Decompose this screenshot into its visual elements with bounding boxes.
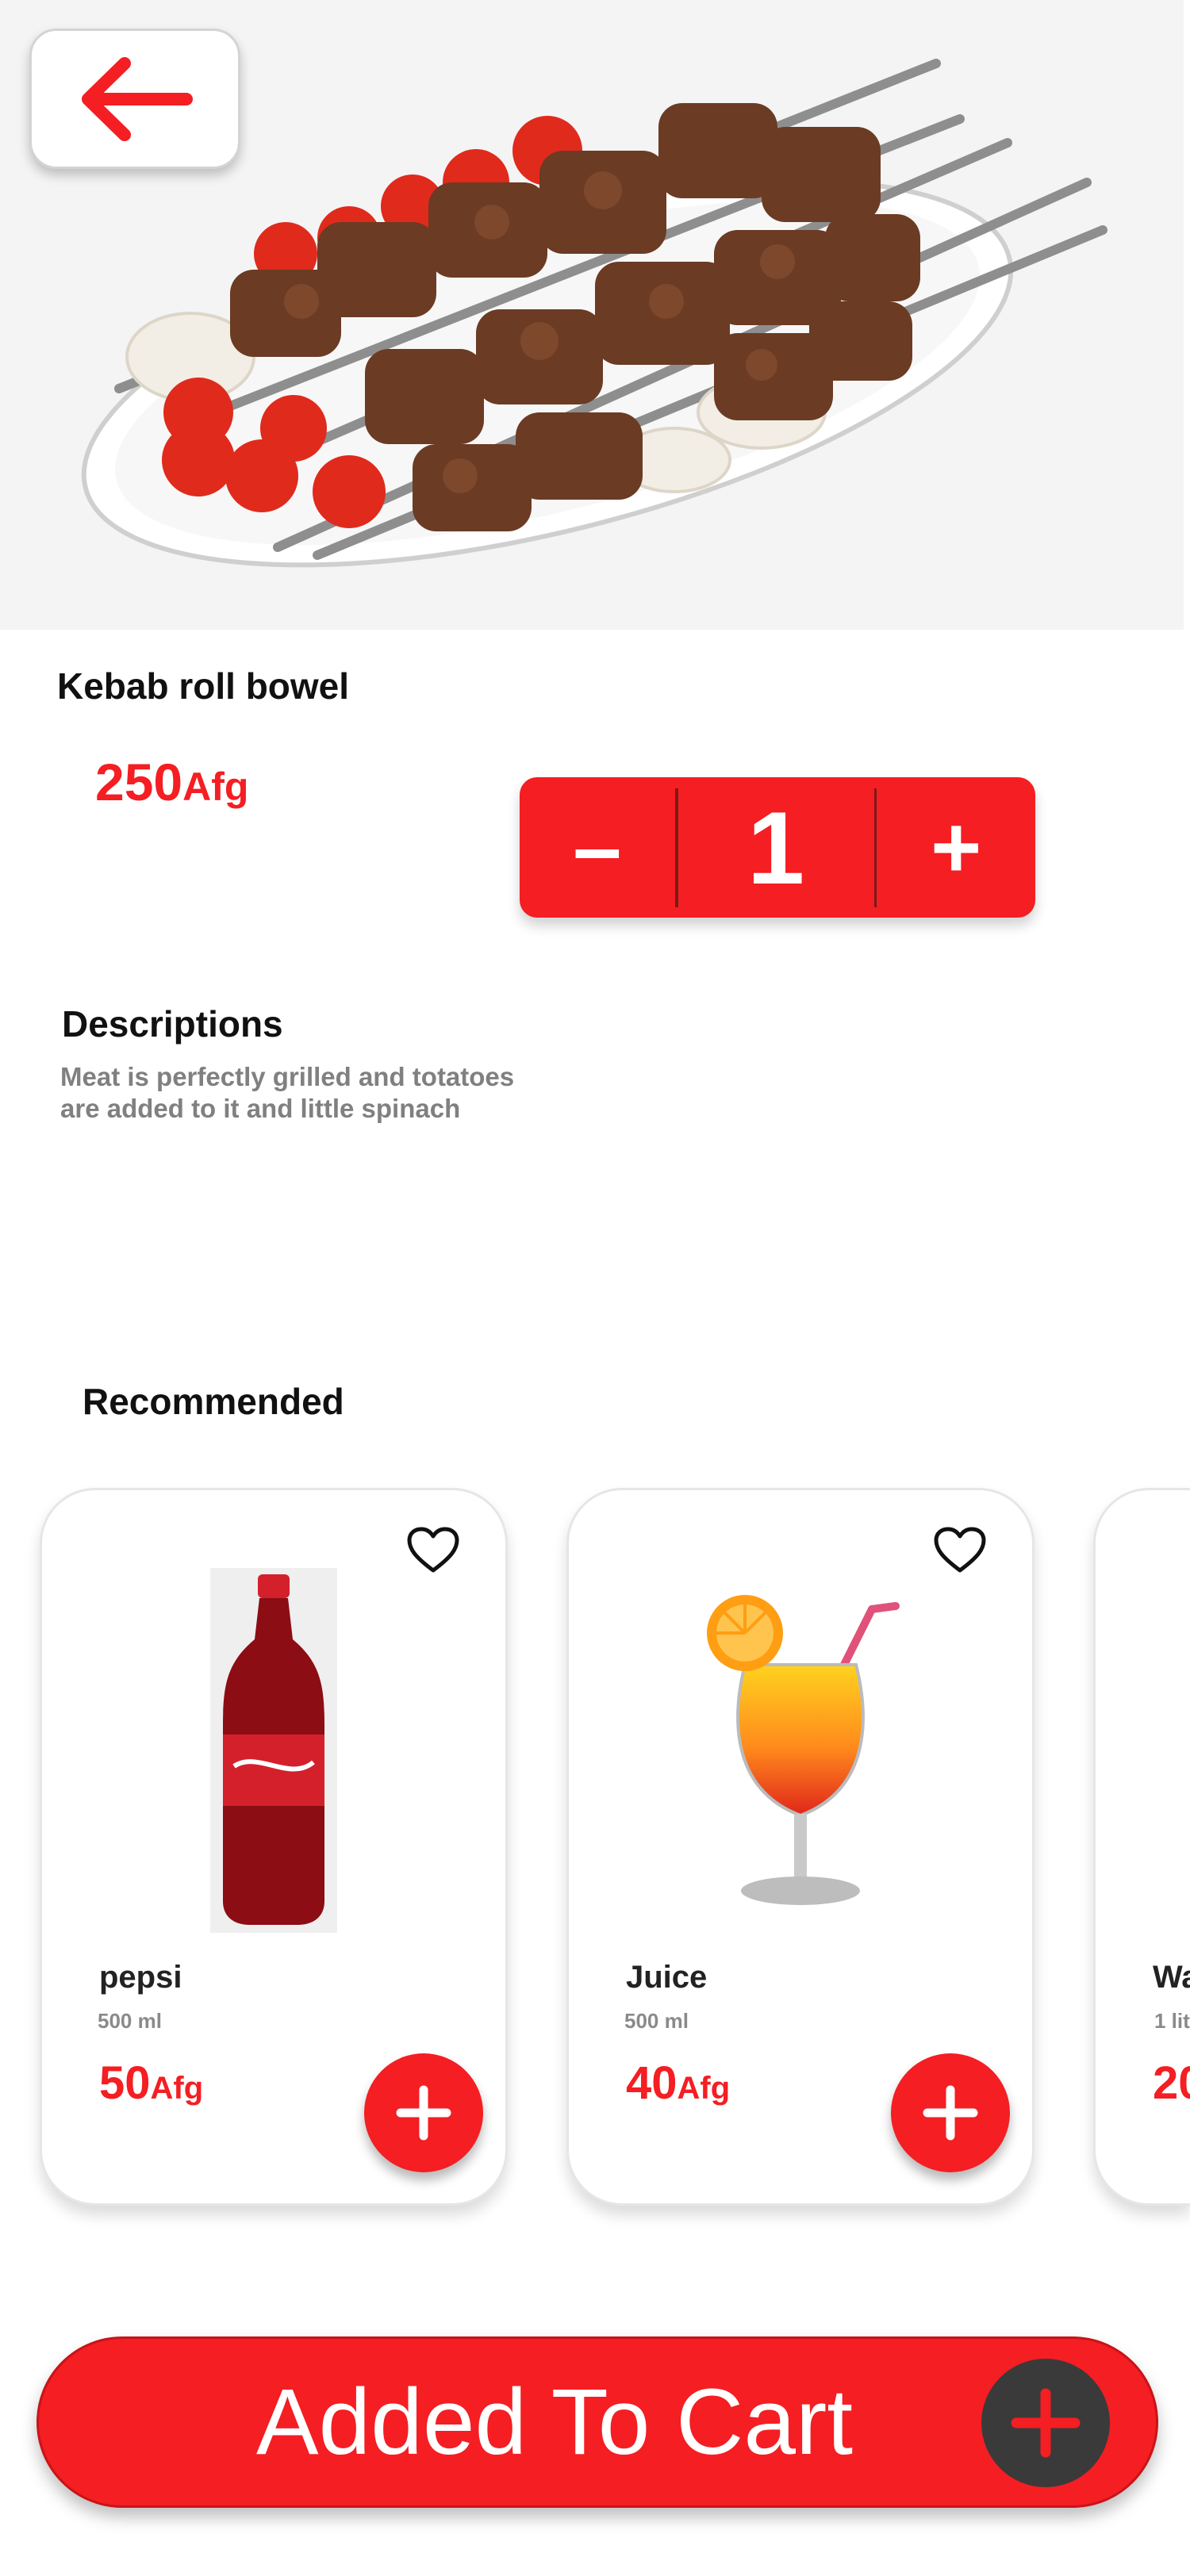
decrease-quantity-button[interactable]: – [520, 777, 675, 918]
product-price: 250Afg [95, 752, 248, 812]
recommended-item-price-amount: 40 [626, 2057, 678, 2109]
recommended-item-name: Juice [626, 1960, 708, 1995]
recommended-item-price-currency: Afg [677, 2071, 731, 2106]
recommended-card[interactable]: Wa 1 lit 20 [1093, 1488, 1190, 2206]
recommended-item-volume: 1 lit [1154, 2009, 1190, 2033]
recommended-item-price: 40Afg [626, 2057, 730, 2110]
description-heading: Descriptions [62, 1003, 283, 1045]
recommended-item-price-currency: Afg [150, 2071, 204, 2106]
quantity-stepper: – 1 + [520, 777, 1035, 918]
cola-bottle-image [42, 1568, 505, 1933]
arrow-left-icon [82, 56, 193, 141]
juice-glass-image [569, 1570, 1032, 1905]
recommended-item-price-amount: 50 [99, 2057, 151, 2109]
quantity-value: 1 [747, 789, 805, 906]
product-title: Kebab roll bowel [57, 665, 350, 707]
recommended-card[interactable]: pepsi 500 ml 50Afg [40, 1488, 508, 2206]
recommended-item-price: 50Afg [99, 2057, 203, 2110]
description-text: Meat is perfectly grilled and totatoes a… [60, 1062, 515, 1123]
recommended-item-price-amount: 20 [1153, 2057, 1190, 2109]
product-price-currency: Afg [182, 765, 249, 809]
recommended-item-volume: 500 ml [624, 2009, 689, 2033]
back-button[interactable] [29, 29, 240, 169]
add-to-cart-button[interactable] [891, 2053, 1010, 2172]
recommended-item-name: Wa [1153, 1960, 1190, 1995]
recommended-heading: Recommended [83, 1381, 344, 1422]
add-to-cart-button[interactable] [364, 2053, 483, 2172]
recommended-item-price: 20 [1153, 2057, 1190, 2110]
plus-icon [981, 2359, 1110, 2487]
added-to-cart-button[interactable]: Added To Cart [36, 2336, 1158, 2508]
cart-button-label: Added To Cart [255, 2370, 854, 2474]
recommended-card[interactable]: Juice 500 ml 40Afg [566, 1488, 1035, 2206]
recommended-item-volume: 500 ml [98, 2009, 162, 2033]
recommended-item-name: pepsi [99, 1960, 182, 1995]
plus-icon [396, 2085, 451, 2141]
plus-icon [923, 2085, 978, 2141]
product-price-amount: 250 [95, 753, 183, 811]
increase-quantity-button[interactable]: + [877, 777, 1035, 918]
